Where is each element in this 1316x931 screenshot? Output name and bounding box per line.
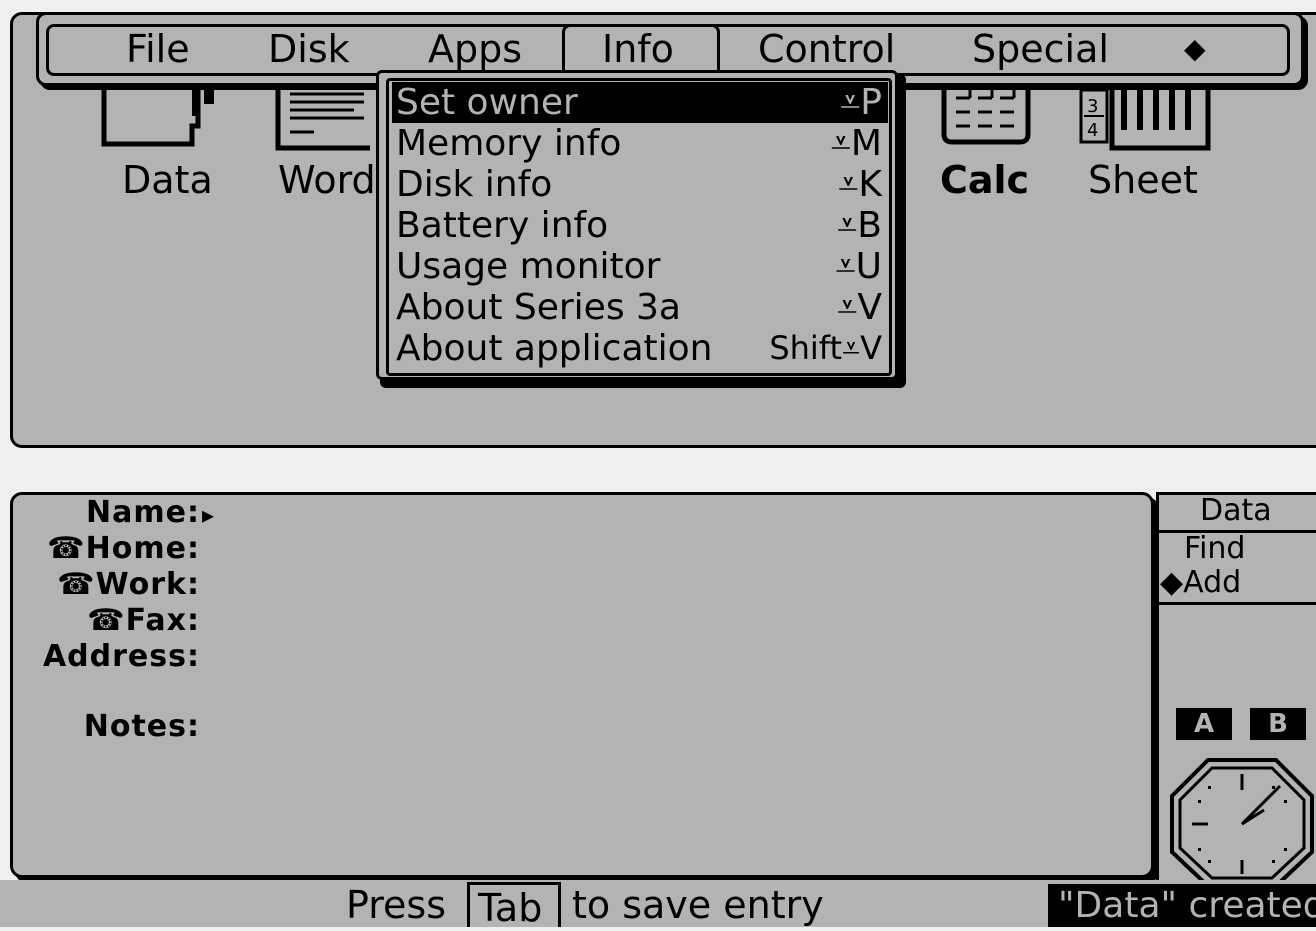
menu-item-shortcut: ⩡U [835, 246, 882, 287]
menu-item-shortcut: Shift⩡V [769, 329, 882, 367]
mode-add[interactable]: ◆Add [1160, 566, 1241, 600]
side-panel-title: Data [1200, 493, 1272, 528]
menu-item-label: Memory info [396, 123, 622, 164]
menu-item-shortcut: ⩡V [837, 287, 882, 328]
tab-key-label: Tab [478, 886, 543, 930]
menu-file[interactable]: File [126, 26, 190, 72]
menu-control[interactable]: Control [758, 26, 895, 72]
field-label-work-phone: ☎Work: [57, 567, 200, 602]
field-label-fax: ☎Fax: [87, 603, 200, 638]
field-label-notes: Notes: [83, 709, 200, 744]
menu-item-label: Battery info [396, 205, 609, 246]
app-label-data[interactable]: Data [122, 158, 213, 202]
app-label-word[interactable]: Word [278, 158, 376, 202]
app-label-sheet[interactable]: Sheet [1088, 158, 1198, 202]
menu-item-label: Set owner [396, 82, 578, 123]
menu-item-label: About application [396, 328, 713, 369]
menu-item-shortcut: ⩡B [836, 205, 882, 246]
drive-a-label: A [1193, 709, 1215, 739]
drive-a-icon: A [1176, 708, 1232, 740]
drive-b-icon: B [1250, 708, 1306, 740]
status-message: "Data" created [1048, 884, 1316, 927]
analog-clock-icon [1170, 758, 1314, 886]
menu-item-usage-monitor[interactable]: Usage monitor ⩡U [392, 246, 888, 287]
menu-item-about-application[interactable]: About application Shift⩡V [392, 328, 888, 369]
menu-item-label: Usage monitor [396, 246, 661, 287]
data-app-icon[interactable] [100, 86, 222, 150]
text-cursor-icon: ▸ [202, 501, 215, 529]
menu-item-label: Disk info [396, 164, 553, 205]
menu-item-shortcut: ⩡K [838, 164, 882, 205]
field-label-home-phone: ☎Home: [47, 531, 200, 566]
status-save-text: to save entry [572, 883, 824, 927]
menu-item-about-series-3a[interactable]: About Series 3a ⩡V [392, 287, 888, 328]
svg-text:4: 4 [1087, 120, 1098, 141]
menu-item-shortcut: ⩡P [839, 82, 882, 123]
menu-item-set-owner[interactable]: Set owner ⩡P [392, 82, 888, 123]
app-label-calc[interactable]: Calc [940, 158, 1029, 202]
menu-item-battery-info[interactable]: Battery info ⩡B [392, 205, 888, 246]
side-panel-divider [1156, 602, 1316, 605]
menu-apps[interactable]: Apps [428, 26, 522, 72]
menu-more-diamond-icon[interactable]: ◆ [1184, 26, 1206, 72]
mode-find[interactable]: Find [1184, 532, 1245, 566]
menu-special[interactable]: Special [972, 26, 1109, 72]
status-press-text: Press [346, 883, 447, 927]
drive-b-label: B [1268, 709, 1288, 739]
menu-item-disk-info[interactable]: Disk info ⩡K [392, 164, 888, 205]
calc-app-icon[interactable] [940, 86, 1034, 146]
svg-text:3: 3 [1087, 96, 1098, 117]
word-app-icon[interactable] [274, 86, 374, 156]
field-label-name: Name: [86, 495, 200, 530]
menu-disk[interactable]: Disk [268, 26, 350, 72]
sheet-app-icon[interactable]: 3 4 [1078, 86, 1214, 152]
menu-item-shortcut: ⩡M [830, 123, 882, 164]
field-label-address: Address: [42, 639, 200, 674]
tab-key-icon: Tab [467, 882, 561, 930]
menu-item-label: About Series 3a [396, 287, 681, 328]
menu-info[interactable]: Info [602, 26, 674, 72]
menu-item-memory-info[interactable]: Memory info ⩡M [392, 123, 888, 164]
